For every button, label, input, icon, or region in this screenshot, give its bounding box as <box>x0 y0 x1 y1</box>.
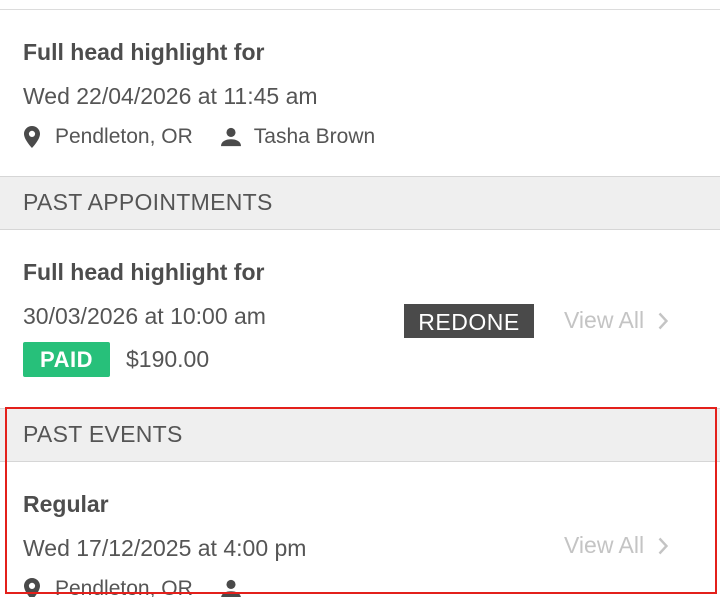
appointment-datetime: Wed 22/04/2026 at 11:45 am <box>23 83 318 109</box>
upcoming-appointment-card[interactable]: Full head highlight for Wed 22/04/2026 a… <box>0 10 720 176</box>
past-event-card[interactable]: Regular Wed 17/12/2025 at 4:00 pm Pendle… <box>0 462 720 597</box>
location-text: Pendleton, OR <box>55 577 193 597</box>
chevron-right-icon <box>658 537 669 555</box>
location-pin-icon <box>22 578 42 597</box>
appointment-datetime: 30/03/2026 at 10:00 am <box>23 303 266 329</box>
location-pin-icon <box>22 126 42 148</box>
past-appointments-view-all-link[interactable]: View All <box>564 307 669 334</box>
past-appointments-header: PAST APPOINTMENTS <box>0 176 720 230</box>
location-text: Pendleton, OR <box>55 125 193 148</box>
view-all-label: View All <box>564 307 645 333</box>
paid-badge: PAID <box>23 342 110 377</box>
redone-status-badge: REDONE <box>404 304 534 338</box>
event-title: Regular <box>23 491 109 517</box>
section-title: PAST EVENTS <box>23 421 183 447</box>
staff-name: Tasha Brown <box>253 125 376 148</box>
person-icon <box>220 126 241 148</box>
person-icon <box>220 578 241 597</box>
event-datetime: Wed 17/12/2025 at 4:00 pm <box>23 535 307 561</box>
event-meta: Pendleton, OR <box>22 577 241 597</box>
appointment-title: Full head highlight for <box>23 39 265 65</box>
past-events-header: PAST EVENTS <box>0 408 720 462</box>
past-events-view-all-link[interactable]: View All <box>564 532 669 559</box>
appointment-title: Full head highlight for <box>23 259 265 285</box>
appointment-meta: Pendleton, OR Tasha Brown <box>22 125 375 149</box>
appointment-price: $190.00 <box>126 346 210 372</box>
section-title: PAST APPOINTMENTS <box>23 189 273 215</box>
chevron-right-icon <box>658 312 669 330</box>
view-all-label: View All <box>564 532 645 558</box>
